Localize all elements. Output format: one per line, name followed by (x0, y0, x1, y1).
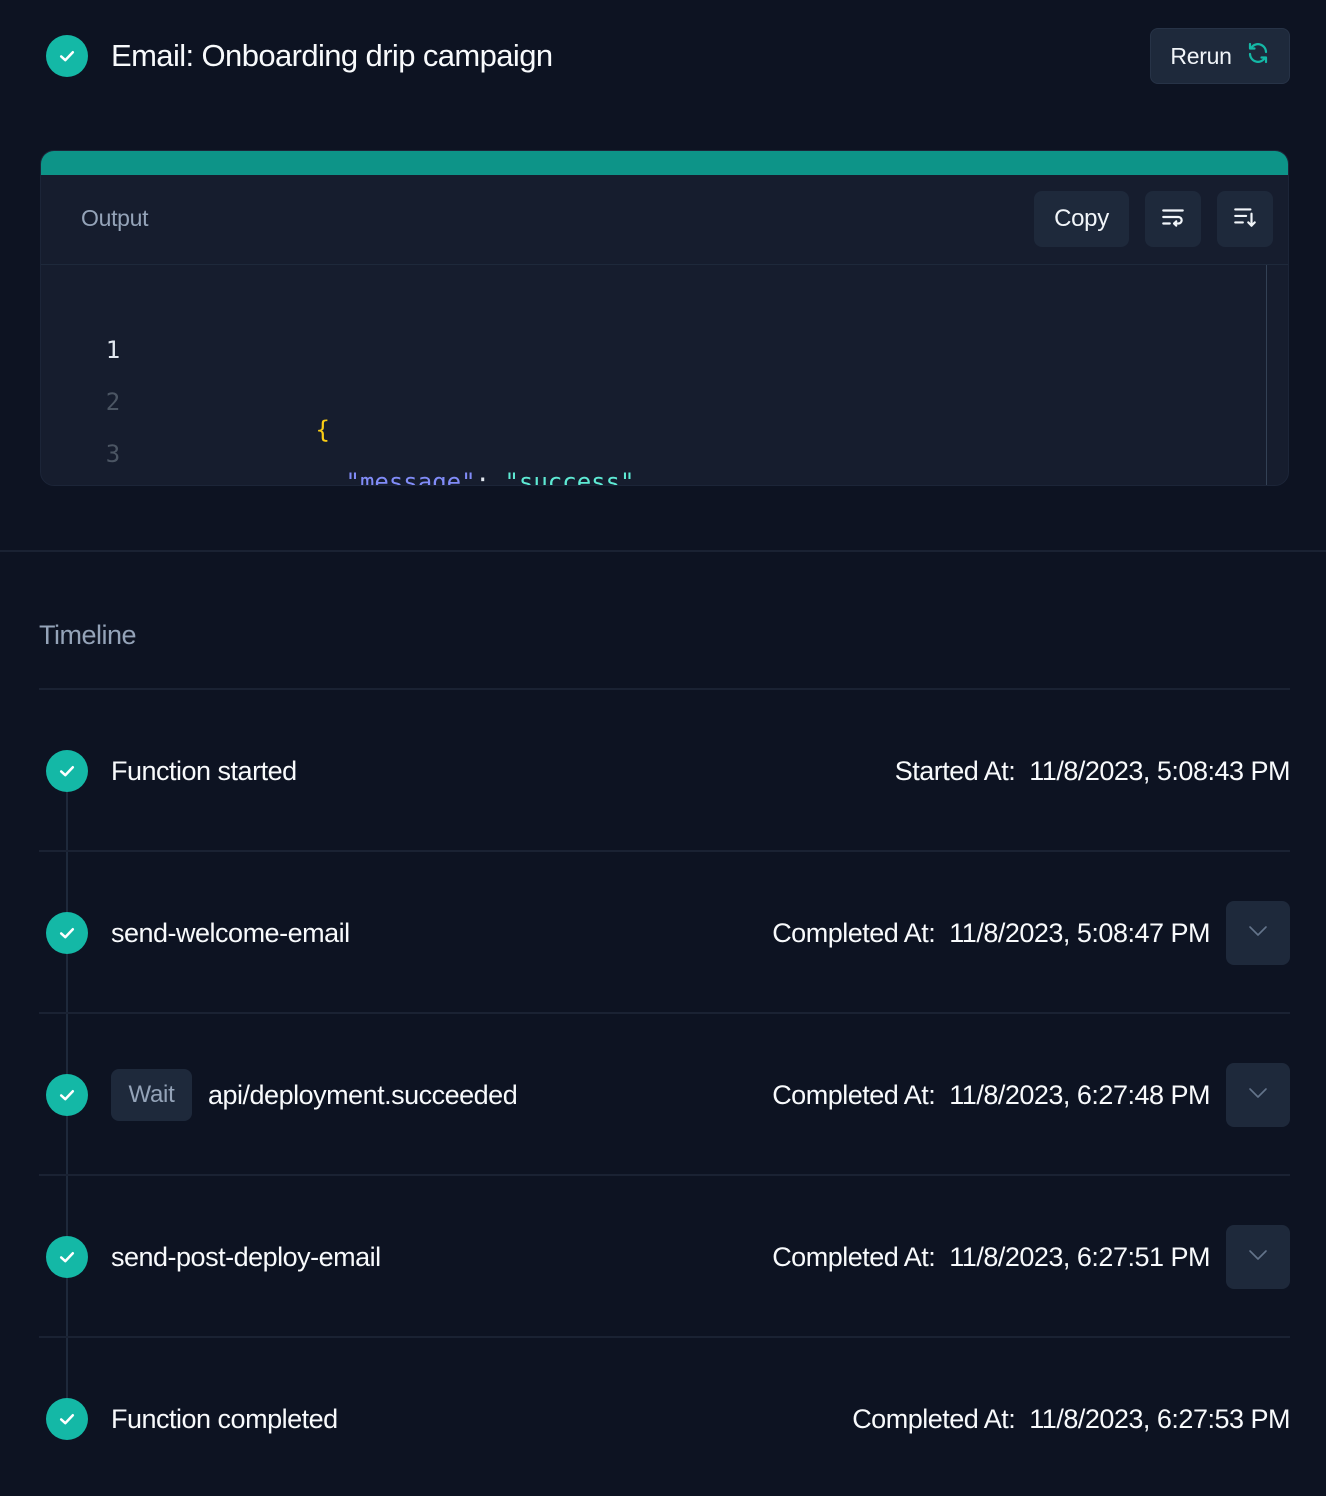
json-output-viewer[interactable]: 1 { 2 "message": "success" 3 } (41, 265, 1288, 485)
timeline-item: send-welcome-email Completed At: 11/8/20… (39, 852, 1290, 1014)
scroll-to-bottom-button[interactable] (1217, 191, 1273, 247)
code-scrollbar[interactable] (1266, 265, 1267, 485)
time-value: 11/8/2023, 6:27:53 PM (1029, 1404, 1290, 1434)
refresh-icon (1246, 41, 1270, 71)
timeline-item: Function completed Completed At: 11/8/20… (39, 1338, 1290, 1496)
time-label: Completed At: (772, 1080, 936, 1110)
timeline-item-time: Completed At: 11/8/2023, 5:08:47 PM (772, 914, 1210, 952)
line-number: 3 (105, 440, 121, 468)
chevron-down-icon (1246, 919, 1270, 948)
timeline-item-name: api/deployment.succeeded (208, 1080, 518, 1110)
time-label: Completed At: (772, 1242, 936, 1272)
success-check-icon (46, 750, 88, 792)
time-value: 11/8/2023, 6:27:51 PM (949, 1242, 1210, 1272)
json-colon: : (475, 468, 505, 486)
page-title: Email: Onboarding drip campaign (111, 38, 553, 73)
timeline-item: Wait api/deployment.succeeded Completed … (39, 1014, 1290, 1176)
success-check-icon (46, 912, 88, 954)
timeline-item-time: Completed At: 11/8/2023, 6:27:48 PM (772, 1076, 1210, 1114)
code-line: 3 } (41, 394, 157, 468)
wrap-text-button[interactable] (1145, 191, 1201, 247)
expand-step-button[interactable] (1226, 1063, 1290, 1127)
success-check-icon (46, 1236, 88, 1278)
rerun-button[interactable]: Rerun (1150, 28, 1290, 84)
wait-badge: Wait (111, 1069, 192, 1121)
output-panel: Output Copy 1 {2 "message": "success" 3 (40, 150, 1289, 486)
scroll-to-bottom-icon (1232, 204, 1258, 235)
output-label: Output (81, 205, 149, 231)
run-header: Email: Onboarding drip campaign Rerun (0, 0, 1326, 112)
code-line: 2 "message": "success" (41, 342, 635, 485)
time-value: 11/8/2023, 5:08:43 PM (1029, 756, 1290, 786)
success-check-icon (46, 1074, 88, 1116)
expand-step-button[interactable] (1226, 901, 1290, 965)
copy-button[interactable]: Copy (1034, 191, 1129, 247)
timeline-item-name: Function completed (111, 1404, 338, 1434)
section-divider (0, 550, 1326, 552)
wrap-text-icon (1160, 204, 1186, 235)
expand-step-button[interactable] (1226, 1225, 1290, 1289)
timeline-item-name: send-welcome-email (111, 918, 350, 948)
chevron-down-icon (1246, 1243, 1270, 1272)
code-line: 1 { (41, 290, 330, 444)
timeline-item-time: Started At: 11/8/2023, 5:08:43 PM (894, 752, 1291, 790)
rerun-label: Rerun (1170, 42, 1232, 69)
chevron-down-icon (1246, 1081, 1270, 1110)
timeline-item: send-post-deploy-email Completed At: 11/… (39, 1176, 1290, 1338)
timeline-item-time: Completed At: 11/8/2023, 6:27:51 PM (772, 1238, 1210, 1276)
time-label: Completed At: (852, 1404, 1016, 1434)
time-value: 11/8/2023, 5:08:47 PM (949, 918, 1210, 948)
json-key: "message" (345, 468, 476, 486)
timeline-item: Function started Started At: 11/8/2023, … (39, 690, 1290, 852)
success-check-icon (46, 1398, 88, 1440)
time-value: 11/8/2023, 6:27:48 PM (949, 1080, 1210, 1110)
output-toolbar: Output Copy (41, 175, 1288, 265)
time-label: Started At: (894, 756, 1016, 786)
timeline-item-name: Function started (111, 756, 297, 786)
timeline-item-time: Completed At: 11/8/2023, 6:27:53 PM (852, 1400, 1290, 1438)
time-label: Completed At: (772, 918, 936, 948)
timeline-heading: Timeline (39, 620, 137, 650)
json-string-value: "success" (504, 468, 635, 486)
success-check-icon (46, 35, 88, 77)
run-details-page: Email: Onboarding drip campaign Rerun Ou… (0, 0, 1326, 1496)
timeline-item-name: send-post-deploy-email (111, 1242, 381, 1272)
output-status-bar (41, 151, 1288, 175)
